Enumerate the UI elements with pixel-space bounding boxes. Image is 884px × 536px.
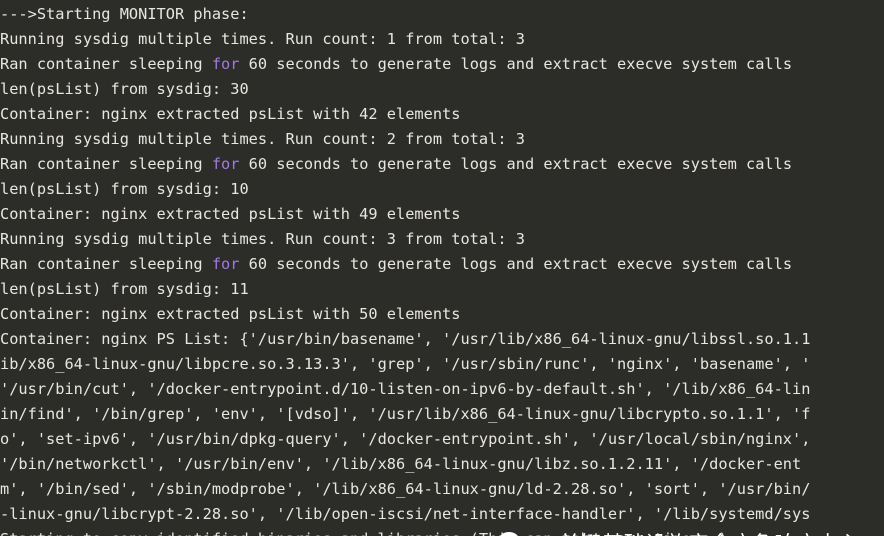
terminal-line: Container: nginx extracted psList with 4… — [0, 102, 884, 127]
terminal-line: Running sysdig multiple times. Run count… — [0, 227, 884, 252]
terminal-text-segment: o', 'set-ipv6', '/usr/bin/dpkg-query', '… — [0, 430, 811, 448]
terminal-text-segment: len(psList) from sysdig: 11 — [0, 280, 249, 298]
terminal-line: Running sysdig multiple times. Run count… — [0, 27, 884, 52]
terminal-line: in/find', '/bin/grep', 'env', '[vdso]', … — [0, 402, 884, 427]
terminal-text-segment: --->Starting MONITOR phase: — [0, 5, 249, 23]
terminal-text-segment: -linux-gnu/libcrypt-2.28.so', '/lib/open… — [0, 505, 811, 523]
terminal-window[interactable]: --->Starting MONITOR phase: Running sysdi… — [0, 0, 884, 536]
terminal-text-segment: len(psList) from sysdig: 10 — [0, 180, 249, 198]
terminal-text-segment: Ran container sleeping — [0, 255, 212, 273]
terminal-line: len(psList) from sysdig: 10 — [0, 177, 884, 202]
terminal-line: Container: nginx extracted psList with 4… — [0, 202, 884, 227]
terminal-text-segment: Container: nginx extracted psList with 4… — [0, 105, 461, 123]
terminal-text-segment: Running sysdig multiple times. Run count… — [0, 30, 525, 48]
terminal-line: '/bin/networkctl', '/usr/bin/env', '/lib… — [0, 452, 884, 477]
terminal-line: o', 'set-ipv6', '/usr/bin/dpkg-query', '… — [0, 427, 884, 452]
terminal-text-segment: len(psList) from sysdig: 30 — [0, 80, 249, 98]
terminal-line: Ran container sleeping for 60 seconds to… — [0, 152, 884, 177]
terminal-line: '/usr/bin/cut', '/docker-entrypoint.d/10… — [0, 377, 884, 402]
terminal-text-segment: Container: nginx extracted psList with 4… — [0, 205, 461, 223]
terminal-text-segment: Container: nginx extracted psList with 5… — [0, 305, 461, 323]
terminal-text-segment: 60 seconds to generate logs and extract … — [239, 255, 793, 273]
terminal-text-segment: in/find', '/bin/grep', 'env', '[vdso]', … — [0, 405, 811, 423]
terminal-line: len(psList) from sysdig: 30 — [0, 77, 884, 102]
terminal-text-segment: Running sysdig multiple times. Run count… — [0, 130, 525, 148]
terminal-text-segment: for — [211, 155, 240, 173]
terminal-text-segment: 60 seconds to generate logs and extract … — [239, 55, 793, 73]
terminal-text-segment: Ran container sleeping — [0, 155, 212, 173]
terminal-line: Starting to copy identified binaries and… — [0, 527, 884, 536]
terminal-text-segment: for — [211, 55, 240, 73]
terminal-text-segment: '/bin/networkctl', '/usr/bin/env', '/lib… — [0, 455, 802, 473]
terminal-output: --->Starting MONITOR phase: Running sysdi… — [0, 0, 884, 536]
terminal-line: Container: nginx PS List: {'/usr/bin/bas… — [0, 327, 884, 352]
terminal-line: --->Starting MONITOR phase: — [0, 2, 884, 27]
terminal-line: Ran container sleeping for 60 seconds to… — [0, 252, 884, 277]
terminal-text-segment: for — [211, 255, 240, 273]
terminal-line: len(psList) from sysdig: 11 — [0, 277, 884, 302]
terminal-line: Ran container sleeping for 60 seconds to… — [0, 52, 884, 77]
terminal-text-segment: ib/x86_64-linux-gnu/libpcre.so.3.13.3', … — [0, 355, 811, 373]
terminal-line: m', '/bin/sed', '/sbin/modprobe', '/lib/… — [0, 477, 884, 502]
terminal-text-segment: Running sysdig multiple times. Run count… — [0, 230, 525, 248]
terminal-line: -linux-gnu/libcrypt-2.28.so', '/lib/open… — [0, 502, 884, 527]
terminal-line: ib/x86_64-linux-gnu/libpcre.so.3.13.3', … — [0, 352, 884, 377]
terminal-text-segment: Starting to copy identified binaries and… — [0, 530, 728, 536]
terminal-text-segment: 60 seconds to generate logs and extract … — [239, 155, 793, 173]
terminal-line: Container: nginx extracted psList with 5… — [0, 302, 884, 327]
terminal-text-segment: m', '/bin/sed', '/sbin/modprobe', '/lib/… — [0, 480, 811, 498]
terminal-text-segment: Ran container sleeping — [0, 55, 212, 73]
terminal-text-segment: '/usr/bin/cut', '/docker-entrypoint.d/10… — [0, 380, 811, 398]
terminal-line: Running sysdig multiple times. Run count… — [0, 127, 884, 152]
terminal-text-segment: Container: nginx PS List: {'/usr/bin/bas… — [0, 330, 811, 348]
